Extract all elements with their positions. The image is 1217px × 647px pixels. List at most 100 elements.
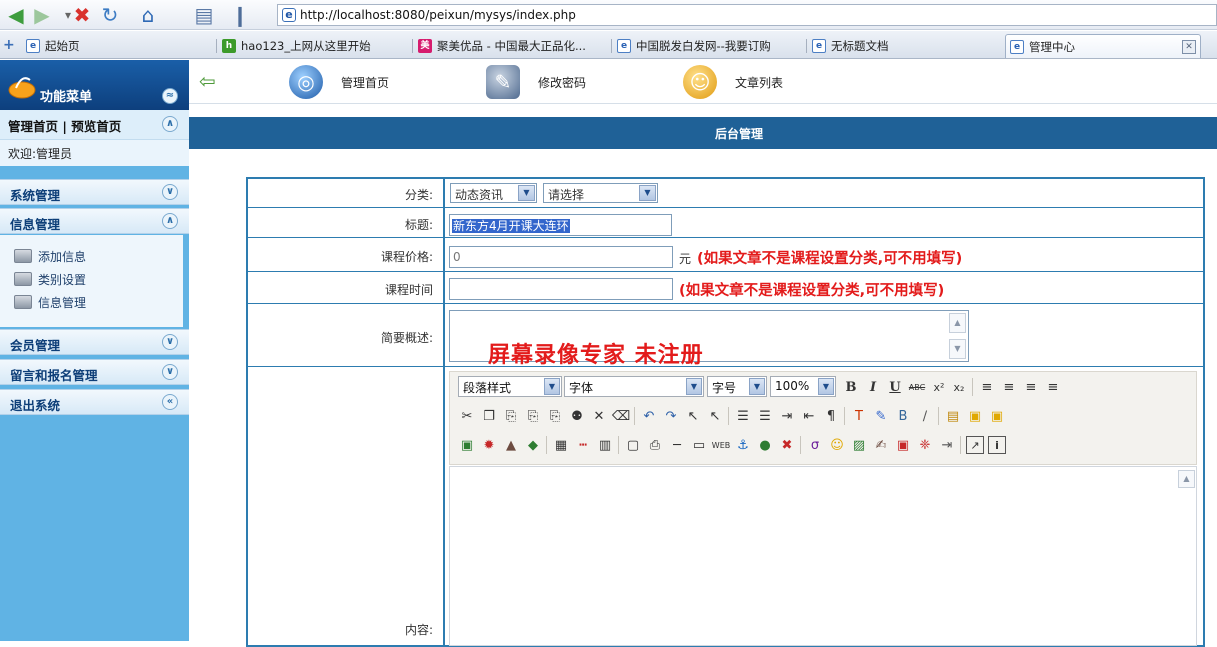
import-icon[interactable]: ⇥ xyxy=(938,436,956,454)
section-info[interactable]: 信息管理 ∧ xyxy=(0,208,189,234)
realplayer-icon[interactable]: ◆ xyxy=(524,436,542,454)
subcategory-select[interactable]: 请选择 ▼ xyxy=(543,183,658,203)
iframe-icon[interactable]: ▢ xyxy=(624,436,642,454)
new-tab-icon[interactable]: + xyxy=(3,37,15,53)
content-editor[interactable] xyxy=(449,466,1197,646)
horizontal-rule-icon[interactable]: ─ xyxy=(668,436,686,454)
category-select[interactable]: 动态资讯 ▼ xyxy=(450,183,537,203)
tab-start-page[interactable]: e 起始页 xyxy=(22,34,212,58)
submenu-info-manage[interactable]: 信息管理 xyxy=(14,292,86,312)
section-logout[interactable]: 退出系统 « xyxy=(0,389,189,415)
chevron-up-icon[interactable]: ∧ xyxy=(162,116,178,132)
chevron-down-icon[interactable]: ∨ xyxy=(162,364,178,380)
marquee-icon[interactable]: ┅ xyxy=(574,436,592,454)
time-icon[interactable]: ❈ xyxy=(916,436,934,454)
anchor-icon[interactable]: ⚓ xyxy=(734,436,752,454)
close-tab-icon[interactable]: ✕ xyxy=(1182,40,1196,54)
media-icon[interactable]: ▲ xyxy=(502,436,520,454)
font-color-icon[interactable]: T xyxy=(850,407,868,425)
eraser-icon[interactable]: ⌫ xyxy=(612,407,630,425)
section-messages[interactable]: 留言和报名管理 ∨ xyxy=(0,359,189,385)
scroll-down-icon[interactable]: ▼ xyxy=(949,339,966,359)
undo-icon[interactable]: ↶ xyxy=(640,407,658,425)
home-icon[interactable]: ⌂ xyxy=(136,3,160,27)
redo-icon[interactable]: ↷ xyxy=(662,407,680,425)
align-center-icon[interactable]: ≡ xyxy=(1000,378,1018,396)
back-arrow-icon[interactable]: ⇦ xyxy=(199,71,221,91)
link-icon[interactable]: ● xyxy=(756,436,774,454)
chevron-down-icon[interactable]: ∨ xyxy=(162,184,178,200)
unlink-icon[interactable]: ✖ xyxy=(778,436,796,454)
tab-hao123[interactable]: h hao123_上网从这里开始 xyxy=(218,34,410,58)
chevron-up-icon[interactable]: ∧ xyxy=(162,213,178,229)
form-field-icon[interactable]: ▭ xyxy=(690,436,708,454)
favorites-icon[interactable]: ▤ xyxy=(192,3,216,27)
font-select[interactable]: 字体 ▼ xyxy=(564,376,704,397)
image-icon[interactable]: ▣ xyxy=(458,436,476,454)
find-icon[interactable]: ⚉ xyxy=(568,407,586,425)
unordered-list-icon[interactable]: ☰ xyxy=(756,407,774,425)
special-char-icon[interactable]: σ xyxy=(806,436,824,454)
copy-icon[interactable]: ❐ xyxy=(480,407,498,425)
layer-icon[interactable]: ▣ xyxy=(966,407,984,425)
paste-text-icon[interactable]: ⎘ xyxy=(524,407,542,425)
nav-article-list[interactable]: ☺ 文章列表 xyxy=(683,64,783,100)
date-icon[interactable]: ▣ xyxy=(894,436,912,454)
maximize-icon[interactable]: ↗ xyxy=(966,436,984,454)
line-icon[interactable]: ∕ xyxy=(916,407,934,425)
price-input[interactable]: 0 xyxy=(449,246,673,268)
paragraph-icon[interactable]: ¶ xyxy=(822,407,840,425)
div-icon[interactable]: ▤ xyxy=(944,407,962,425)
chevron-left-icon[interactable]: « xyxy=(162,394,178,410)
tab-hair[interactable]: e 中国脱发白发网--我要订购 xyxy=(613,34,805,58)
history-icon[interactable]: ❙ xyxy=(228,3,252,27)
align-left-icon[interactable]: ≡ xyxy=(978,378,996,396)
underline-icon[interactable]: U xyxy=(886,378,904,396)
tab-jumei[interactable]: 美 聚美优品 - 中国最大正品化... xyxy=(414,34,608,58)
emoticon-icon[interactable]: ☺ xyxy=(828,436,846,454)
strikethrough-icon[interactable]: ABC xyxy=(908,378,926,396)
forward-icon[interactable]: ▶ xyxy=(30,3,54,27)
delete-icon[interactable]: ✕ xyxy=(590,407,608,425)
refresh-icon[interactable]: ↻ xyxy=(98,3,122,27)
paste-word-icon[interactable]: ⎘ xyxy=(546,407,564,425)
outdent-icon[interactable]: ⇤ xyxy=(800,407,818,425)
scroll-up-icon[interactable]: ▲ xyxy=(1178,470,1195,488)
info-icon[interactable]: i xyxy=(988,436,1006,454)
ordered-list-icon[interactable]: ☰ xyxy=(734,407,752,425)
italic-icon[interactable]: I xyxy=(864,378,882,396)
cut-icon[interactable]: ✂ xyxy=(458,407,476,425)
flash-icon[interactable]: ✹ xyxy=(480,436,498,454)
address-bar[interactable]: e http://localhost:8080/peixun/mysys/ind… xyxy=(277,4,1217,26)
tab-admin-center[interactable]: e 管理中心 ✕ xyxy=(1005,34,1201,58)
zoom-select[interactable]: 100% ▼ xyxy=(770,376,836,397)
highlight-icon[interactable]: ✎ xyxy=(872,407,890,425)
section-member[interactable]: 会员管理 ∨ xyxy=(0,329,189,355)
back-icon[interactable]: ◀ xyxy=(4,3,28,27)
bold-icon[interactable]: B xyxy=(842,378,860,396)
table-icon[interactable]: ▦ xyxy=(552,436,570,454)
tab-untitled[interactable]: e 无标题文档 xyxy=(808,34,1002,58)
home-links[interactable]: 管理首页 | 预览首页 xyxy=(8,116,121,135)
layers-icon[interactable]: ▣ xyxy=(988,407,1006,425)
stop-icon[interactable]: ✖ xyxy=(70,3,94,27)
align-right-icon[interactable]: ≡ xyxy=(1022,378,1040,396)
subscript-icon[interactable]: x₂ xyxy=(950,378,968,396)
quick-format-icon[interactable]: ✍ xyxy=(872,436,890,454)
web-icon[interactable]: WEB xyxy=(712,436,730,454)
excel-icon[interactable]: ▨ xyxy=(850,436,868,454)
collapse-menu-icon[interactable]: ≈ xyxy=(162,88,178,104)
justify-icon[interactable]: ≡ xyxy=(1044,378,1062,396)
submenu-category-settings[interactable]: 类别设置 xyxy=(14,269,86,289)
select-all-icon[interactable]: ↖ xyxy=(684,407,702,425)
submenu-add-info[interactable]: 添加信息 xyxy=(14,246,86,266)
template-icon[interactable]: ⎙ xyxy=(646,436,664,454)
font-size-select[interactable]: 字号 ▼ xyxy=(707,376,767,397)
indent-icon[interactable]: ⇥ xyxy=(778,407,796,425)
time-input[interactable] xyxy=(449,278,673,300)
nav-admin-home[interactable]: ◎ 管理首页 xyxy=(289,64,389,100)
nav-change-password[interactable]: ✎ 修改密码 xyxy=(486,64,586,100)
chevron-down-icon[interactable]: ∨ xyxy=(162,334,178,350)
fieldset-icon[interactable]: ▥ xyxy=(596,436,614,454)
superscript-icon[interactable]: x² xyxy=(930,378,948,396)
